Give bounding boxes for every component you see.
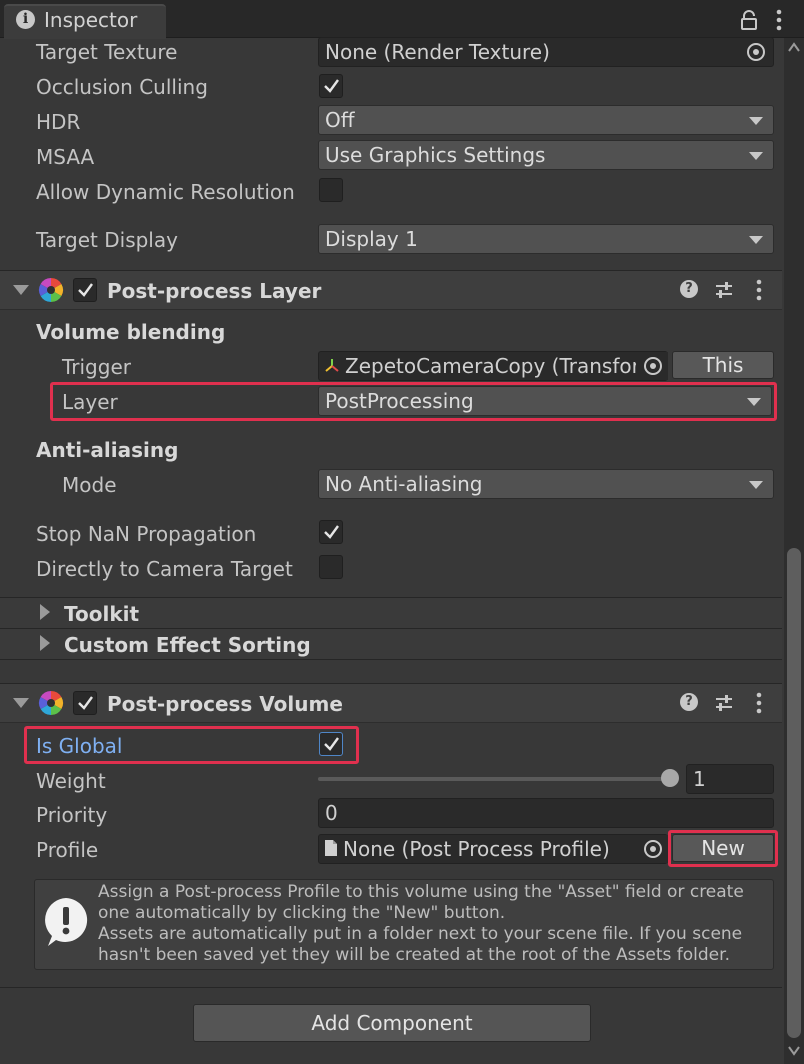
toolkit-label: Toolkit	[64, 602, 140, 626]
chevron-down-icon	[749, 236, 763, 244]
custom-effect-sorting-label: Custom Effect Sorting	[64, 633, 311, 657]
mode-label: Mode	[62, 473, 117, 497]
weight-value: 1	[693, 767, 706, 791]
checkmark-icon	[324, 525, 339, 539]
mode-value: No Anti-aliasing	[325, 472, 483, 496]
anti-aliasing-heading: Anti-aliasing	[36, 438, 179, 462]
this-button[interactable]: This	[672, 351, 774, 379]
priority-label: Priority	[36, 803, 108, 827]
post-process-layer-title: Post-process Layer	[107, 279, 322, 303]
target-texture-label: Target Texture	[36, 40, 178, 64]
new-profile-button[interactable]: New	[672, 834, 774, 862]
profile-field[interactable]: None (Post Process Profile)	[318, 834, 668, 864]
profile-value: None (Post Process Profile)	[343, 837, 610, 861]
hdr-dropdown[interactable]: Off	[318, 105, 774, 135]
allow-dynamic-resolution-label: Allow Dynamic Resolution	[36, 180, 295, 204]
post-process-volume-title: Post-process Volume	[107, 692, 343, 716]
volume-blending-heading: Volume blending	[36, 320, 226, 344]
trigger-label: Trigger	[62, 355, 131, 379]
foldout-collapsed-icon[interactable]	[40, 635, 50, 651]
post-process-icon	[38, 691, 64, 715]
msaa-dropdown[interactable]: Use Graphics Settings	[318, 140, 774, 170]
checkmark-icon	[324, 79, 339, 93]
post-process-volume-enabled-checkbox[interactable]	[73, 691, 97, 715]
checkmark-icon	[78, 696, 93, 710]
help-line: Assets are automatically put in a folder…	[98, 924, 743, 944]
priority-value: 0	[325, 801, 338, 825]
tab-title: Inspector	[44, 8, 138, 32]
chevron-down-icon	[749, 481, 763, 489]
preset-sliders-icon[interactable]	[714, 280, 734, 300]
chevron-down-icon	[747, 398, 761, 406]
directly-to-camera-checkbox[interactable]	[319, 555, 343, 579]
hdr-value: Off	[325, 108, 355, 132]
layer-value: PostProcessing	[325, 389, 474, 413]
foldout-collapsed-icon[interactable]	[40, 604, 50, 620]
weight-label: Weight	[36, 769, 106, 793]
weight-input[interactable]: 1	[686, 764, 774, 794]
profile-label: Profile	[36, 838, 99, 862]
trigger-field[interactable]: ZepetoCameraCopy (Transfor	[318, 351, 668, 381]
preset-sliders-icon[interactable]	[714, 693, 734, 713]
help-line: one automatically by clicking the "New" …	[98, 903, 506, 923]
object-picker-icon[interactable]	[746, 42, 766, 62]
warning-speech-icon	[45, 898, 88, 946]
help-line: hasn't been saved yet they will be creat…	[98, 945, 730, 965]
layer-dropdown[interactable]: PostProcessing	[318, 386, 772, 416]
mode-dropdown[interactable]: No Anti-aliasing	[318, 469, 774, 499]
msaa-value: Use Graphics Settings	[325, 143, 546, 167]
layer-label: Layer	[62, 390, 118, 414]
chevron-down-icon	[749, 152, 763, 160]
post-process-layer-enabled-checkbox[interactable]	[73, 278, 97, 302]
allow-dynamic-resolution-checkbox[interactable]	[319, 178, 343, 202]
directly-to-camera-label: Directly to Camera Target	[36, 557, 293, 581]
hdr-label: HDR	[36, 110, 81, 134]
occlusion-culling-label: Occlusion Culling	[36, 75, 208, 99]
weight-slider-handle[interactable]	[661, 769, 679, 787]
component-menu-icon[interactable]	[752, 691, 766, 715]
checkmark-icon	[78, 283, 93, 297]
priority-input[interactable]: 0	[318, 798, 774, 828]
target-display-label: Target Display	[36, 228, 178, 252]
scroll-down-icon[interactable]	[788, 1046, 800, 1056]
file-icon	[325, 840, 337, 856]
divider	[0, 659, 782, 660]
scroll-up-icon[interactable]	[788, 42, 800, 52]
help-icon[interactable]: ?	[680, 693, 698, 711]
help-icon[interactable]: ?	[680, 280, 698, 298]
occlusion-culling-checkbox[interactable]	[319, 74, 343, 98]
transform-icon	[325, 359, 339, 372]
foldout-expanded-icon[interactable]	[13, 285, 29, 295]
scrollbar-thumb[interactable]	[787, 548, 801, 1038]
post-process-icon	[38, 278, 64, 302]
info-icon: i	[16, 10, 35, 29]
help-text: Assign a Post-process Profile to this vo…	[98, 882, 758, 966]
help-line: Assign a Post-process Profile to this vo…	[98, 882, 744, 902]
trigger-value: ZepetoCameraCopy (Transfor	[345, 354, 640, 378]
checkmark-icon	[324, 737, 339, 751]
foldout-expanded-icon[interactable]	[13, 698, 29, 708]
msaa-label: MSAA	[36, 145, 95, 169]
target-display-value: Display 1	[325, 227, 418, 251]
lock-icon[interactable]	[740, 10, 758, 30]
target-texture-value: None (Render Texture)	[325, 40, 550, 64]
is-global-label: Is Global	[36, 734, 123, 758]
stop-nan-checkbox[interactable]	[319, 520, 343, 544]
chevron-down-icon	[749, 117, 763, 125]
object-picker-icon[interactable]	[643, 839, 663, 859]
object-picker-icon[interactable]	[643, 356, 663, 376]
stop-nan-label: Stop NaN Propagation	[36, 522, 257, 546]
kebab-menu-icon[interactable]	[772, 8, 786, 32]
target-display-dropdown[interactable]: Display 1	[318, 224, 774, 254]
add-component-button[interactable]: Add Component	[193, 1004, 591, 1042]
divider	[0, 987, 782, 988]
target-texture-field[interactable]: None (Render Texture)	[318, 37, 774, 67]
is-global-checkbox[interactable]	[319, 732, 343, 756]
weight-slider-track[interactable]	[318, 777, 672, 781]
component-menu-icon[interactable]	[752, 278, 766, 302]
